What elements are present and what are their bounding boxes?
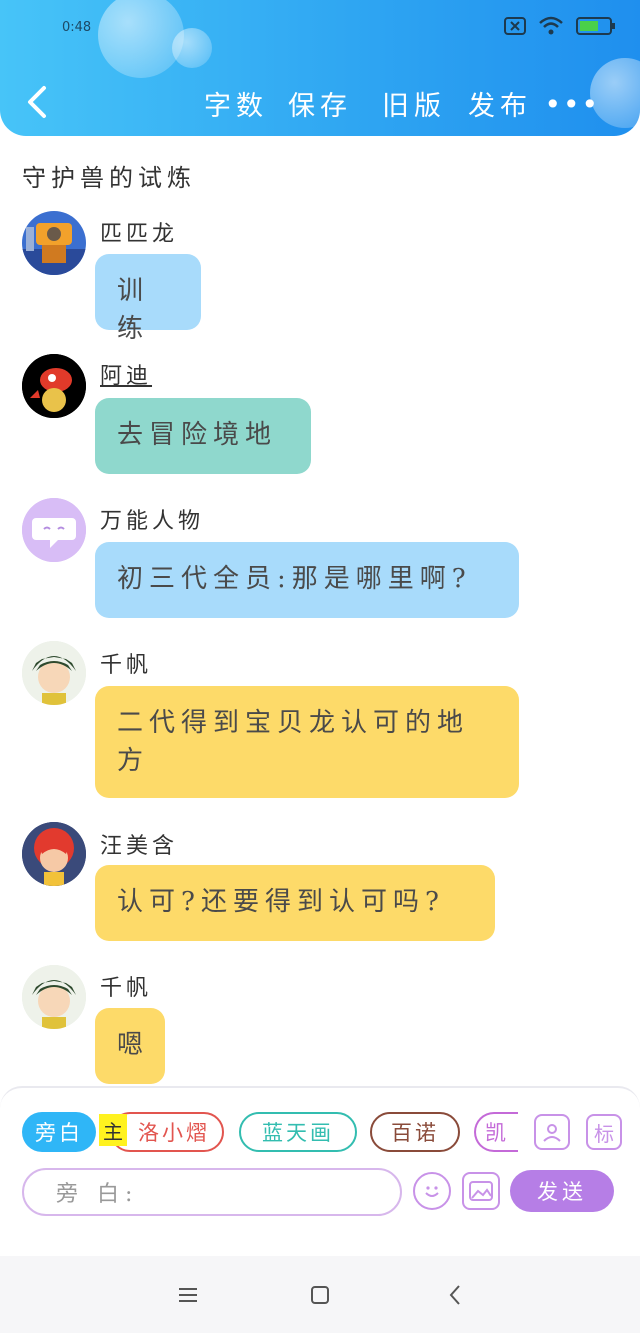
avatar[interactable] [22,354,86,418]
story-title: 守护兽的试炼 [22,164,196,192]
message-bubble[interactable]: 去冒险境地 [95,398,311,474]
sender-name: 千帆 [100,653,153,678]
status-icons [504,16,616,36]
wifi-icon [539,16,563,35]
menu-icon [179,1288,197,1302]
robot-avatar-icon [22,211,86,275]
sender-name: 汪美含 [100,834,179,859]
red-dragon-avatar-icon [22,354,86,418]
no-sim-icon [504,17,526,35]
home-nav-button[interactable] [305,1280,335,1310]
character-chip-narrator[interactable]: 旁白 [22,1112,96,1152]
character-chip[interactable]: 洛小熠 [110,1112,224,1152]
message-bubble[interactable]: 训练 [95,254,201,344]
square-icon [311,1286,329,1304]
publish-button[interactable]: 发布 [468,84,532,123]
chat-bubble-avatar-icon [22,498,86,562]
avatar[interactable] [22,822,86,886]
girl-avatar-icon [22,822,86,886]
boy-avatar-icon [22,641,86,705]
top-header: 0:48 字数 保存 旧版 发布 ••• [0,0,640,136]
chevron-left-icon [449,1285,460,1305]
sender-name: 阿迪 [100,364,153,389]
save-button[interactable]: 保存 [288,84,352,123]
emoji-button[interactable] [413,1172,451,1210]
avatar[interactable] [22,965,86,1029]
avatar[interactable] [22,211,86,275]
character-chip[interactable]: 凯 [474,1112,518,1152]
decor-bubble [172,28,212,68]
smiley-icon [425,1186,439,1197]
image-button[interactable] [462,1172,500,1210]
character-chip[interactable]: 百诺 [370,1112,460,1152]
message-bubble[interactable]: 二代得到宝贝龙认可的地方 [95,686,519,798]
word-count-button[interactable]: 字数 [204,84,268,123]
image-icon [469,1181,493,1201]
more-button[interactable]: ••• [544,88,600,121]
chevron-left-icon [28,86,46,118]
character-manage-button[interactable] [534,1114,570,1150]
send-button[interactable]: 发送 [510,1170,614,1212]
avatar[interactable] [22,498,86,562]
status-time: 0:48 [62,20,92,35]
battery-icon [576,17,615,35]
main-character-tag: 主 [99,1114,127,1146]
message-input[interactable]: 旁 白: [22,1168,402,1216]
sender-name: 匹匹龙 [100,222,179,247]
system-nav-bar [0,1256,640,1333]
message-bubble[interactable]: 初三代全员:那是哪里啊? [95,542,519,618]
character-chip[interactable]: 蓝天画 [239,1112,357,1152]
person-icon [543,1124,561,1142]
boy-avatar-icon [22,965,86,1029]
back-button[interactable] [22,84,52,120]
message-bubble[interactable]: 认可?还要得到认可吗? [95,865,495,941]
message-bubble[interactable]: 嗯 [95,1008,165,1084]
sender-name: 千帆 [100,976,153,1001]
sender-name: 万能人物 [100,509,205,534]
avatar[interactable] [22,641,86,705]
decor-bubble [98,0,184,78]
old-version-button[interactable]: 旧版 [382,84,446,123]
menu-nav-button[interactable] [173,1280,203,1310]
tag-button[interactable]: 标 [586,1114,622,1150]
back-nav-button[interactable] [440,1280,470,1310]
